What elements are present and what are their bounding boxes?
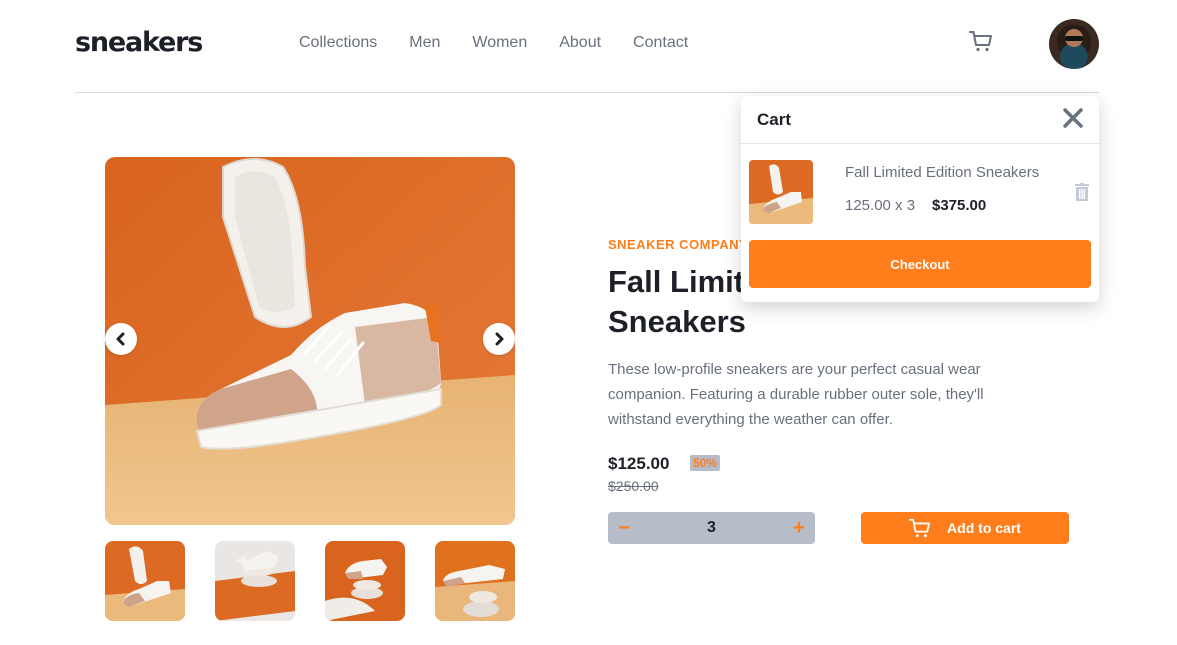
increase-quantity-button[interactable]: + [791,518,807,538]
cart-item-total: $375.00 [932,197,987,214]
cart-icon[interactable] [969,29,995,55]
original-price: $250.00 [608,478,659,494]
cart-header: Cart [741,96,1099,144]
cart-icon [909,518,931,538]
cart-item-name: Fall Limited Edition Sneakers [845,164,1040,181]
thumbnail-4[interactable] [435,541,515,621]
product-main-image [105,157,515,525]
gallery-prev-button[interactable] [105,323,137,355]
product-description: These low-profile sneakers are your perf… [608,361,984,428]
cart-item-thumbnail [749,160,813,224]
chevron-right-icon [495,332,504,346]
quantity-stepper: − 3 + [608,512,815,544]
chevron-left-icon [116,332,125,346]
main-nav: Collections Men Women About Contact [299,34,720,52]
current-price: $125.00 [608,454,670,473]
close-icon[interactable] [1061,106,1085,130]
cart-dropdown: Cart Fall Limited Edition Sneakers 125.0… [741,96,1099,302]
nav-men[interactable]: Men [409,34,440,52]
nav-collections[interactable]: Collections [299,34,377,52]
discount-badge: 50% [690,455,721,471]
thumbnail-strip [105,541,515,621]
cart-title: Cart [757,110,792,129]
nav-women[interactable]: Women [472,34,527,52]
checkout-button[interactable]: Checkout [749,240,1091,288]
quantity-value: 3 [707,519,716,536]
site-header: sneakers Collections Men Women About Con… [75,0,1099,93]
thumbnail-3[interactable] [325,541,405,621]
gallery-next-button[interactable] [483,323,515,355]
nav-contact[interactable]: Contact [633,34,688,52]
nav-about[interactable]: About [559,34,601,52]
cart-item-unit-calc: 125.00 x 3 [845,197,916,214]
thumbnail-2[interactable] [215,541,295,621]
add-to-cart-button[interactable]: Add to cart [861,512,1069,544]
add-to-cart-label: Add to cart [947,520,1021,536]
logo[interactable]: sneakers [75,27,203,58]
user-avatar[interactable] [1049,19,1099,69]
trash-icon[interactable] [1074,183,1090,201]
avatar-glasses [1065,36,1083,41]
company-name: SNEAKER COMPANY [608,237,749,252]
thumbnail-1[interactable] [105,541,185,621]
decrease-quantity-button[interactable]: − [616,518,632,538]
